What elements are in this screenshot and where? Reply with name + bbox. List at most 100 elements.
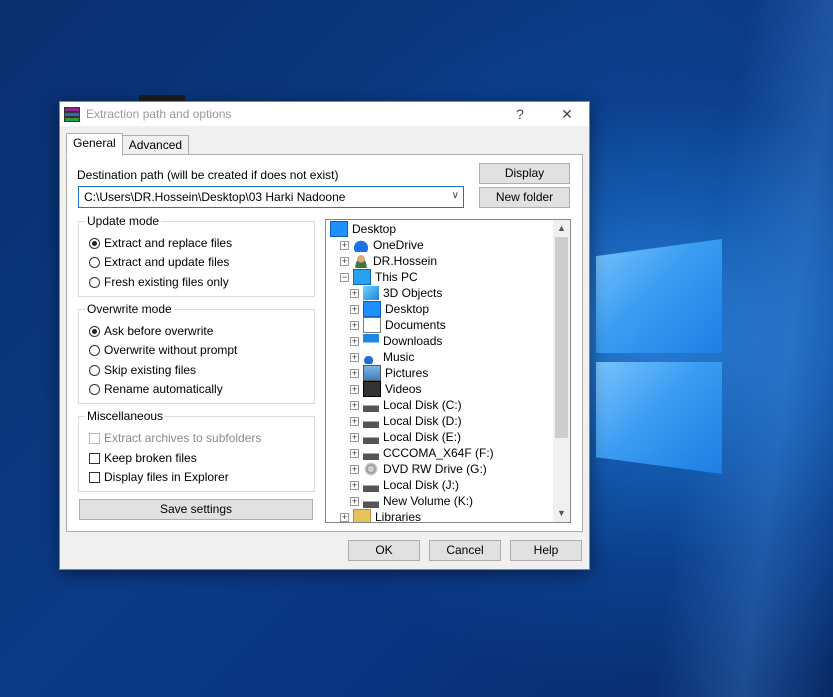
tree-item[interactable]: + Documents [350,317,446,333]
checkbox-icon [89,471,100,483]
option-label: Overwrite without prompt [104,343,238,357]
libraries-icon [353,509,371,522]
tree-item-label: 3D Objects [383,286,443,300]
expand-icon[interactable]: + [350,320,359,330]
radio-ask-before[interactable]: Ask before overwrite [89,324,213,338]
option-label: Extract and update files [104,255,230,269]
expand-icon[interactable]: + [350,448,359,458]
radio-extract-update[interactable]: Extract and update files [89,255,229,269]
expand-icon[interactable]: + [340,256,349,266]
expand-icon[interactable]: + [340,512,349,522]
destination-path-combo[interactable]: C:\Users\DR.Hossein\Desktop\03 Harki Nad… [78,186,464,208]
music-icon [363,350,379,364]
expand-icon[interactable]: + [350,352,359,362]
update-mode-group: Update mode Extract and replace files Ex… [78,214,315,297]
chevron-down-icon[interactable]: ∨ [452,190,459,201]
tree-scrollbar[interactable]: ▲ ▼ [553,220,570,522]
expand-icon[interactable]: + [350,464,359,474]
tree-item[interactable]: + Local Disk (J:) [350,477,459,493]
option-label: Fresh existing files only [104,275,229,289]
new-folder-button[interactable]: New folder [479,187,570,208]
tree-item-label: New Volume (K:) [383,494,474,508]
tree-item[interactable]: + OneDrive [340,237,424,253]
videos-icon [363,381,381,397]
help-button[interactable]: Help [510,540,582,561]
cancel-button[interactable]: Cancel [429,540,501,561]
tree-item[interactable]: + DVD RW Drive (G:) [350,461,487,477]
tree-item[interactable]: + Libraries [340,509,421,522]
option-label: Rename automatically [104,382,223,396]
option-label: Ask before overwrite [104,324,214,338]
tree-item[interactable]: + Local Disk (C:) [350,397,462,413]
tree-item-label: Local Disk (J:) [383,478,460,492]
tree-item[interactable]: + Music [350,349,414,365]
radio-icon [89,364,100,376]
tree-item-label: DVD RW Drive (G:) [383,462,487,476]
destination-path-value: C:\Users\DR.Hossein\Desktop\03 Harki Nad… [84,190,346,204]
desktop-icon [330,221,348,237]
expand-icon[interactable]: + [350,496,359,506]
radio-skip-existing[interactable]: Skip existing files [89,363,196,377]
collapse-icon[interactable]: − [340,272,349,282]
expand-icon[interactable]: + [350,480,359,490]
close-button[interactable]: ✕ [550,102,584,126]
tree-item[interactable]: +3D Objects [350,285,442,301]
tab-general[interactable]: General [66,133,123,156]
drive-icon [363,478,379,492]
tree-item-label: Desktop [352,222,397,236]
folder-tree[interactable]: ▲ ▼ Desktop + OneDrive + DR.Hossein − This PC +… [325,219,571,523]
expand-icon[interactable]: + [350,288,359,298]
radio-fresh-existing[interactable]: Fresh existing files only [89,275,229,289]
expand-icon[interactable]: + [350,400,359,410]
display-button[interactable]: Display [479,163,570,184]
radio-icon [89,383,100,395]
save-settings-button[interactable]: Save settings [79,499,313,520]
expand-icon[interactable]: + [350,432,359,442]
tree-item[interactable]: Desktop [330,221,396,237]
tab-advanced[interactable]: Advanced [121,135,190,155]
overwrite-mode-title: Overwrite mode [85,302,174,316]
checkbox-keep-broken[interactable]: Keep broken files [89,451,197,465]
tree-item[interactable]: + DR.Hossein [340,253,437,269]
tree-item[interactable]: + Desktop [350,301,429,317]
tree-item[interactable]: + Pictures [350,365,428,381]
expand-icon[interactable]: + [350,304,359,314]
scroll-down-icon[interactable]: ▼ [553,505,570,522]
checkbox-display-explorer[interactable]: Display files in Explorer [89,470,229,484]
tree-item[interactable]: + New Volume (K:) [350,493,473,509]
option-label: Skip existing files [104,363,197,377]
radio-extract-replace[interactable]: Extract and replace files [89,236,232,250]
expand-icon[interactable]: + [350,384,359,394]
help-title-button[interactable]: ? [503,102,537,126]
tree-item[interactable]: + Local Disk (D:) [350,413,462,429]
radio-rename-auto[interactable]: Rename automatically [89,382,223,396]
expand-icon[interactable]: + [350,336,359,346]
drive-icon [363,494,379,508]
ok-button[interactable]: OK [348,540,420,561]
drive-icon [363,430,379,444]
checkbox-extract-subfolders[interactable]: Extract archives to subfolders [89,431,261,445]
radio-selected-icon [89,237,100,249]
tree-item-label: Desktop [385,302,430,316]
radio-overwrite-without[interactable]: Overwrite without prompt [89,343,237,357]
tree-item[interactable]: + Downloads [350,333,442,349]
tree-item[interactable]: + Videos [350,381,421,397]
tree-item-label: OneDrive [373,238,424,252]
drive-icon [363,398,379,412]
expand-icon[interactable]: + [340,240,349,250]
scroll-thumb[interactable] [555,237,568,438]
tree-item[interactable]: + CCCOMA_X64F (F:) [350,445,494,461]
radio-icon [89,256,100,268]
downloads-icon [363,334,379,348]
windows-logo-pane-top [596,239,722,353]
scroll-up-icon[interactable]: ▲ [553,220,570,237]
desktop: { "dialog": { "title": "Extraction path … [0,0,833,697]
drive-icon [363,446,379,460]
tree-item[interactable]: + Local Disk (E:) [350,429,461,445]
tree-item[interactable]: − This PC [340,269,418,285]
expand-icon[interactable]: + [350,368,359,378]
drive-icon [363,414,379,428]
expand-icon[interactable]: + [350,416,359,426]
question-icon: ? [516,106,524,122]
miscellaneous-group: Miscellaneous Extract archives to subfol… [78,409,315,492]
